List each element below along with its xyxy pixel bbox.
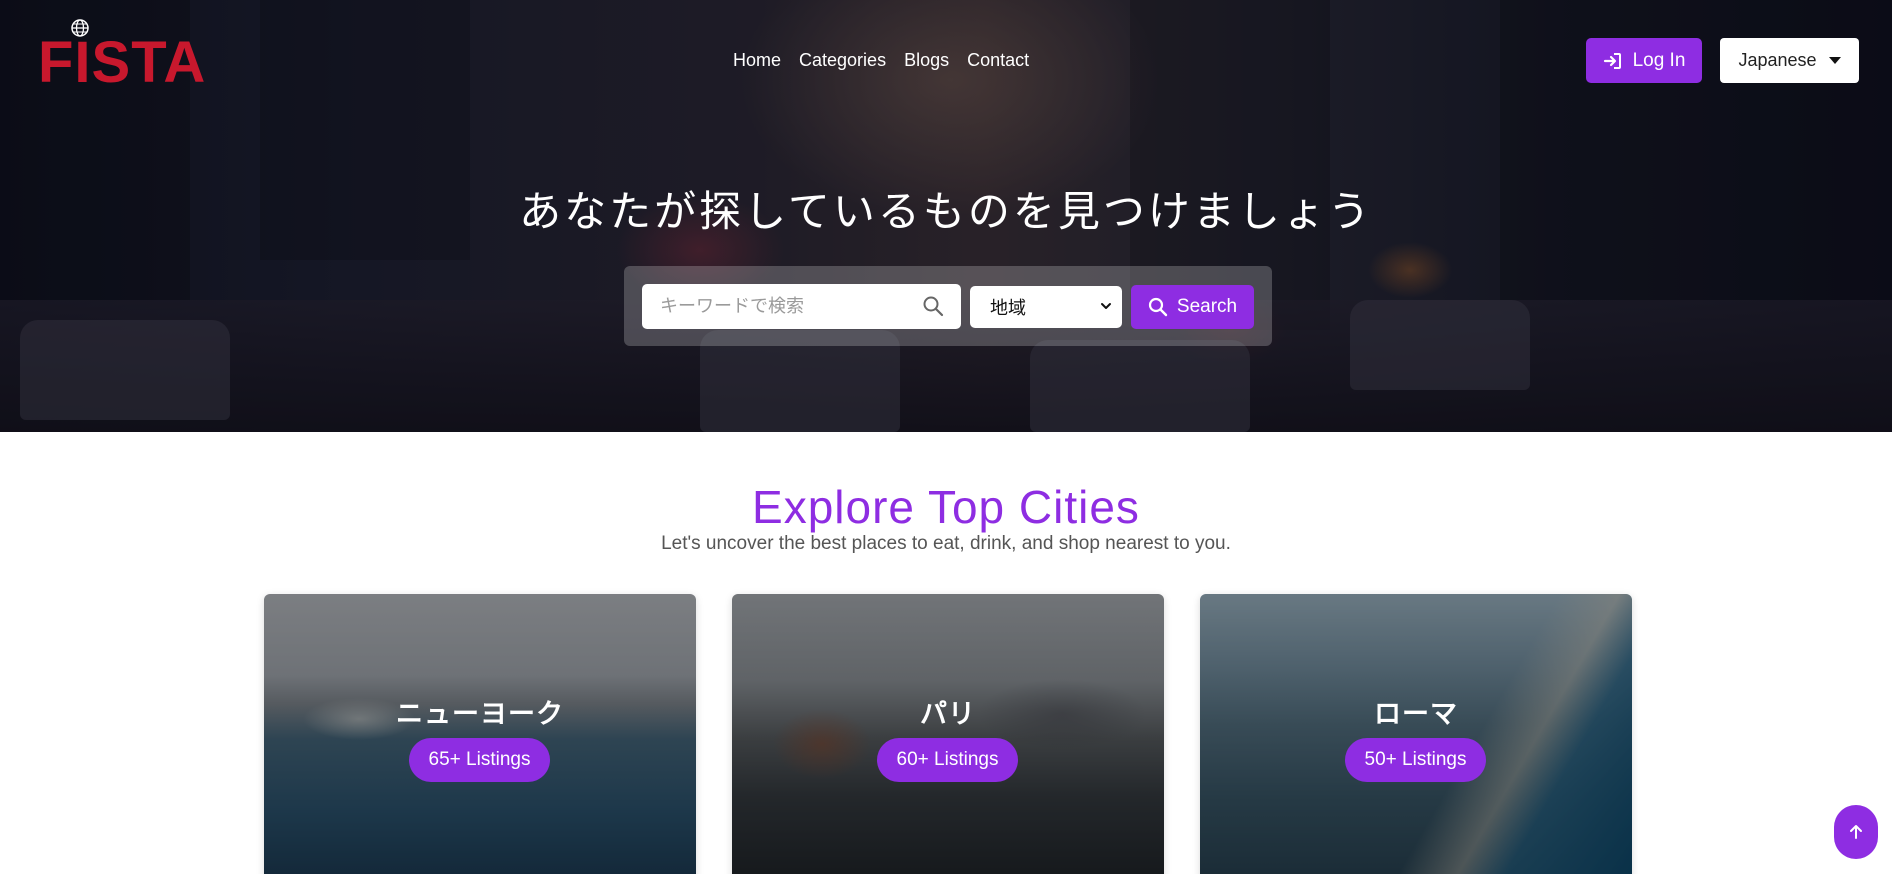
back-to-top-button[interactable] — [1834, 805, 1878, 859]
section-subtitle: Let's uncover the best places to eat, dr… — [661, 533, 1231, 554]
card-overlay — [264, 594, 696, 874]
region-select[interactable]: 地域 — [970, 286, 1122, 328]
chevron-down-icon — [1101, 303, 1111, 309]
nav-contact[interactable]: Contact — [967, 48, 1029, 72]
city-card[interactable] — [1200, 594, 1632, 874]
main-nav: Home Categories Blogs Contact — [733, 48, 1047, 72]
search-button[interactable]: Search — [1131, 285, 1254, 329]
city-name: ニューヨーク — [396, 699, 564, 730]
city-card[interactable] — [264, 594, 696, 874]
language-label: Japanese — [1738, 50, 1817, 70]
logo-text: FISTA — [38, 30, 207, 95]
login-button[interactable]: Log In — [1586, 38, 1702, 83]
section-title: Explore Top Cities — [752, 481, 1140, 533]
nav-home[interactable]: Home — [733, 48, 781, 72]
city-name: パリ — [920, 699, 976, 730]
search-icon — [1148, 297, 1168, 317]
arrow-up-icon — [1850, 825, 1862, 839]
nav-blogs[interactable]: Blogs — [904, 48, 949, 72]
search-button-label: Search — [1176, 296, 1238, 317]
keyword-search-input[interactable] — [642, 284, 961, 329]
hero-title: あなたが探しているものを見つけましょう — [519, 187, 1373, 236]
login-label: Log In — [1632, 49, 1686, 71]
search-icon[interactable] — [922, 295, 944, 317]
listings-badge[interactable]: 60+ Listings — [877, 738, 1018, 782]
card-overlay — [1200, 594, 1632, 874]
listings-badge[interactable]: 50+ Listings — [1345, 738, 1486, 782]
language-dropdown[interactable]: Japanese — [1720, 38, 1859, 83]
city-name: ローマ — [1374, 699, 1458, 730]
caret-down-icon — [1828, 57, 1841, 64]
listings-badge[interactable]: 65+ Listings — [409, 738, 550, 782]
card-overlay — [732, 594, 1164, 874]
city-card[interactable] — [732, 594, 1164, 874]
login-icon — [1603, 52, 1621, 69]
region-selected-value: 地域 — [990, 298, 1026, 319]
nav-categories[interactable]: Categories — [799, 48, 886, 72]
